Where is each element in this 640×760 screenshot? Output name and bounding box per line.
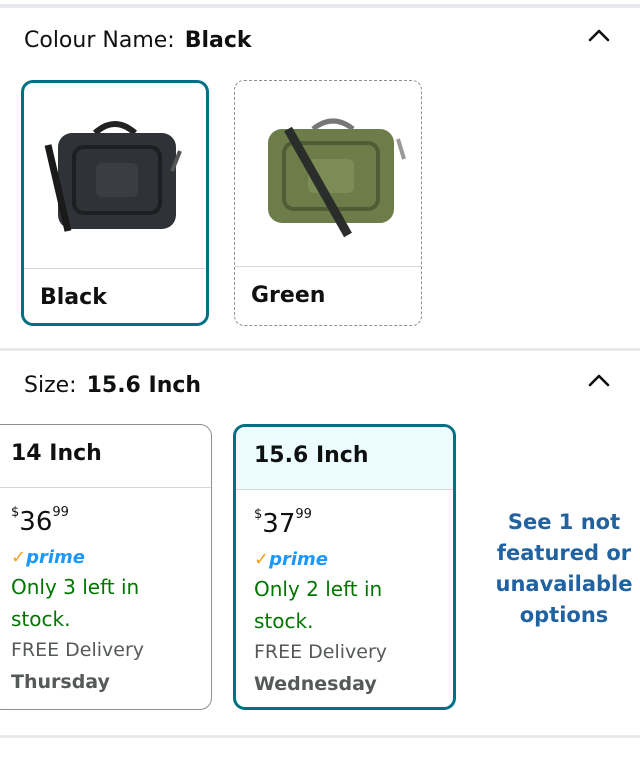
size-selected-value: 15.6 Inch xyxy=(86,373,202,398)
prime-badge: ✓prime xyxy=(11,547,85,568)
colour-label: Colour Name: xyxy=(24,28,175,53)
prime-badge: ✓prime xyxy=(254,549,328,570)
size-label: Size: xyxy=(24,373,77,398)
card-divider xyxy=(24,268,206,269)
size-option-header: 15.6 Inch xyxy=(236,427,453,489)
size-option-name: 15.6 Inch xyxy=(254,443,369,468)
check-icon: ✓ xyxy=(11,547,27,568)
delivery-day: Thursday xyxy=(11,671,110,693)
size-option-15-6-inch[interactable]: 15.6 Inch $3799 ✓prime Only 2 left in st… xyxy=(233,424,456,710)
size-section-title: Size: 15.6 Inch xyxy=(24,373,201,398)
stock-status: Only 2 left in stock. xyxy=(254,577,383,633)
check-icon: ✓ xyxy=(254,549,270,570)
colour-option-label: Black xyxy=(40,285,107,310)
section-divider xyxy=(0,348,640,351)
price: $3699 xyxy=(11,505,69,537)
colour-selected-value: Black xyxy=(184,28,252,53)
card-divider xyxy=(0,487,211,488)
price: $3799 xyxy=(254,507,312,539)
delivery-text: FREE Delivery xyxy=(254,641,388,663)
bag-image-black xyxy=(24,83,206,268)
delivery-text: FREE Delivery xyxy=(11,639,145,661)
card-divider xyxy=(236,489,453,490)
size-option-14-inch[interactable]: 14 Inch $3699 ✓prime Only 3 left in stoc… xyxy=(0,424,212,710)
stock-status: Only 3 left in stock. xyxy=(11,575,140,631)
colour-option-green[interactable]: Green xyxy=(234,80,422,326)
colour-option-label: Green xyxy=(251,283,326,308)
card-divider xyxy=(235,266,421,267)
bottom-divider xyxy=(0,735,640,738)
chevron-up-icon[interactable] xyxy=(588,27,610,43)
colour-option-black[interactable]: Black xyxy=(21,80,209,326)
size-option-header: 14 Inch xyxy=(0,425,211,487)
delivery-day: Wednesday xyxy=(254,673,377,695)
colour-section-title: Colour Name: Black xyxy=(24,28,252,53)
top-divider xyxy=(0,4,640,8)
see-unavailable-options-link[interactable]: See 1 not featured or unavailable option… xyxy=(490,507,638,631)
bag-image-green xyxy=(235,81,421,266)
size-option-name: 14 Inch xyxy=(11,441,102,466)
chevron-up-icon[interactable] xyxy=(588,372,610,388)
